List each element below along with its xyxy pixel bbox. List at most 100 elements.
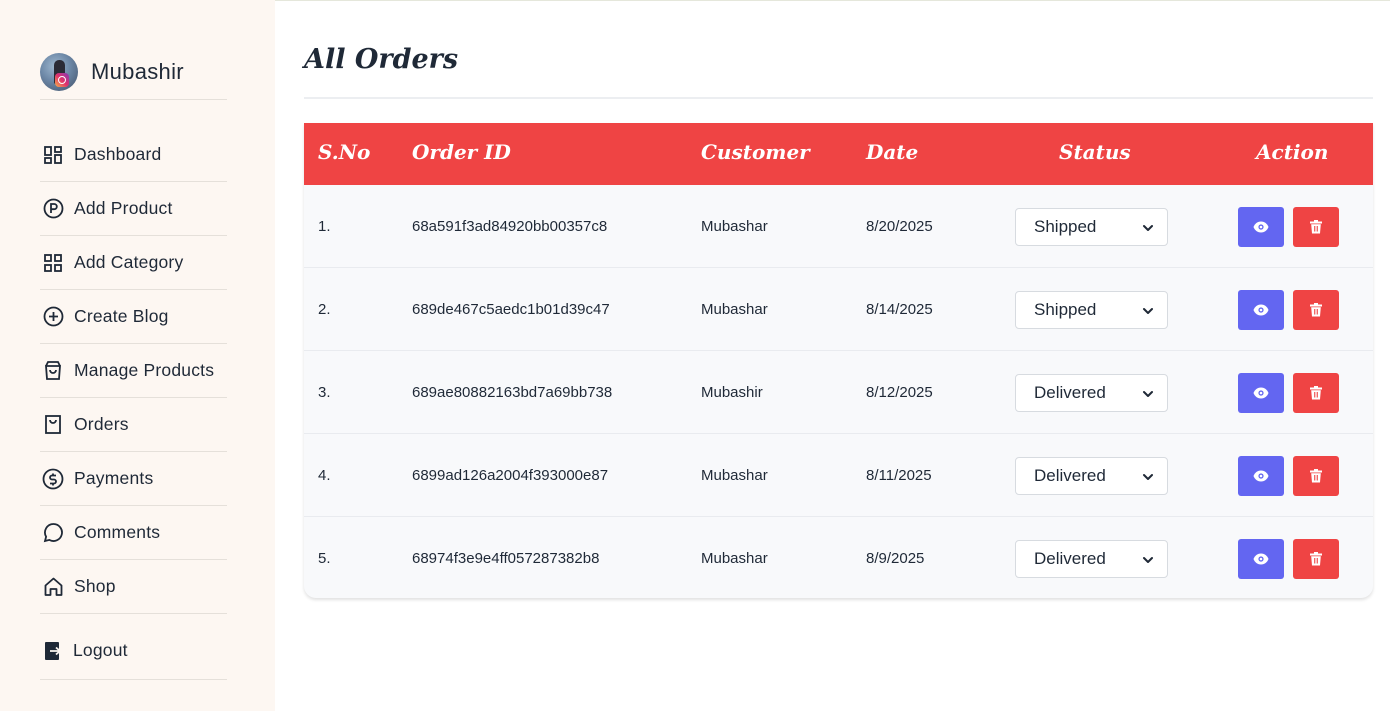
sidebar-item-orders[interactable]: Orders [40,398,227,452]
eye-icon [1253,470,1269,482]
home-icon [42,576,64,598]
sidebar: Mubashir Dashboard Add Product Add Categ… [0,0,275,711]
sidebar-nav: Dashboard Add Product Add Category Creat… [40,128,227,680]
delete-order-button[interactable] [1293,207,1339,247]
sidebar-item-label: Add Category [74,252,184,272]
cell-sno: 2. [318,301,331,318]
delete-order-button[interactable] [1293,290,1339,330]
sidebar-item-label: Orders [74,414,129,434]
status-select[interactable]: Delivered [1015,540,1168,578]
view-order-button[interactable] [1238,207,1284,247]
logout-label: Logout [73,640,128,660]
orders-bag-icon [42,414,64,436]
cell-date: 8/11/2025 [866,467,932,484]
sidebar-item-manage-products[interactable]: Manage Products [40,344,227,398]
product-p-icon [42,198,64,220]
chevron-down-icon [1143,225,1153,231]
cell-order-id: 68a591f3ad84920bb00357c8 [412,218,608,235]
logout-button[interactable]: Logout [40,614,227,680]
sidebar-item-label: Add Product [74,198,173,218]
cell-customer: Mubashir [701,384,763,401]
instagram-icon [55,73,69,87]
profile-name: Mubashir [91,59,184,84]
sidebar-item-dashboard[interactable]: Dashboard [40,128,227,182]
status-value: Shipped [1034,300,1097,319]
sidebar-item-label: Manage Products [74,360,215,380]
cell-date: 8/14/2025 [866,301,933,318]
column-header-date: Date [866,140,919,164]
column-header-customer: Customer [701,140,810,164]
orders-table: S.No Order ID Customer Date Status Actio… [304,123,1373,598]
column-header-status: Status [1059,140,1131,164]
profile: Mubashir [40,52,227,100]
cell-order-id: 689de467c5aedc1b01d39c47 [412,301,610,318]
comment-bubble-icon [42,522,64,544]
status-value: Delivered [1034,383,1106,402]
avatar [40,53,78,91]
sidebar-item-comments[interactable]: Comments [40,506,227,560]
cell-order-id: 689ae80882163bd7a69bb738 [412,384,613,401]
cell-date: 8/12/2025 [866,384,933,401]
category-grid-icon [42,252,64,274]
eye-icon [1253,304,1269,316]
status-select[interactable]: Delivered [1015,374,1168,412]
cell-sno: 3. [318,384,331,401]
cell-order-id: 68974f3e9e4ff057287382b8 [412,550,600,567]
chevron-down-icon [1143,474,1153,480]
column-header-order-id: Order ID [412,140,511,164]
cell-date: 8/20/2025 [866,218,933,235]
table-row: 5. 68974f3e9e4ff057287382b8 Mubashar 8/9… [304,517,1373,598]
sidebar-item-add-category[interactable]: Add Category [40,236,227,290]
table-row: 2. 689de467c5aedc1b01d39c47 Mubashar 8/1… [304,268,1373,351]
cell-date: 8/9/2025 [866,550,925,567]
sidebar-item-label: Shop [74,576,116,596]
cell-customer: Mubashar [701,301,768,318]
view-order-button[interactable] [1238,456,1284,496]
shopping-bag-icon [42,360,64,382]
delete-order-button[interactable] [1293,373,1339,413]
sidebar-item-label: Create Blog [74,306,169,326]
status-select[interactable]: Shipped [1015,208,1168,246]
status-select[interactable]: Shipped [1015,291,1168,329]
table-row: 3. 689ae80882163bd7a69bb738 Mubashir 8/1… [304,351,1373,434]
title-divider [304,97,1373,99]
cell-order-id: 6899ad126a2004f393000e87 [412,467,609,484]
sidebar-item-shop[interactable]: Shop [40,560,227,614]
trash-icon [1310,552,1322,566]
status-select[interactable]: Delivered [1015,457,1168,495]
chevron-down-icon [1143,557,1153,563]
dollar-circle-icon [42,468,64,490]
column-header-action: Action [1256,140,1329,164]
eye-icon [1253,221,1269,233]
view-order-button[interactable] [1238,373,1284,413]
view-order-button[interactable] [1238,290,1284,330]
delete-order-button[interactable] [1293,539,1339,579]
trash-icon [1310,220,1322,234]
cell-sno: 1. [318,218,331,235]
sidebar-item-label: Dashboard [74,144,162,164]
column-header-sno: S.No [318,140,371,164]
trash-icon [1310,303,1322,317]
chevron-down-icon [1143,391,1153,397]
status-value: Delivered [1034,549,1106,568]
table-row: 4. 6899ad126a2004f393000e87 Mubashar 8/1… [304,434,1373,517]
cell-sno: 4. [318,467,331,484]
delete-order-button[interactable] [1293,456,1339,496]
sidebar-item-add-product[interactable]: Add Product [40,182,227,236]
view-order-button[interactable] [1238,539,1284,579]
chevron-down-icon [1143,308,1153,314]
dashboard-icon [42,144,64,166]
sidebar-item-label: Payments [74,468,154,488]
sidebar-item-create-blog[interactable]: Create Blog [40,290,227,344]
trash-icon [1310,386,1322,400]
eye-icon [1253,553,1269,565]
status-value: Delivered [1034,466,1106,485]
table-body: 1. 68a591f3ad84920bb00357c8 Mubashar 8/2… [304,185,1373,598]
table-row: 1. 68a591f3ad84920bb00357c8 Mubashar 8/2… [304,185,1373,268]
trash-icon [1310,469,1322,483]
plus-circle-icon [42,306,64,328]
sidebar-item-payments[interactable]: Payments [40,452,227,506]
eye-icon [1253,387,1269,399]
cell-customer: Mubashar [701,218,768,235]
page-title: All Orders [304,44,459,75]
